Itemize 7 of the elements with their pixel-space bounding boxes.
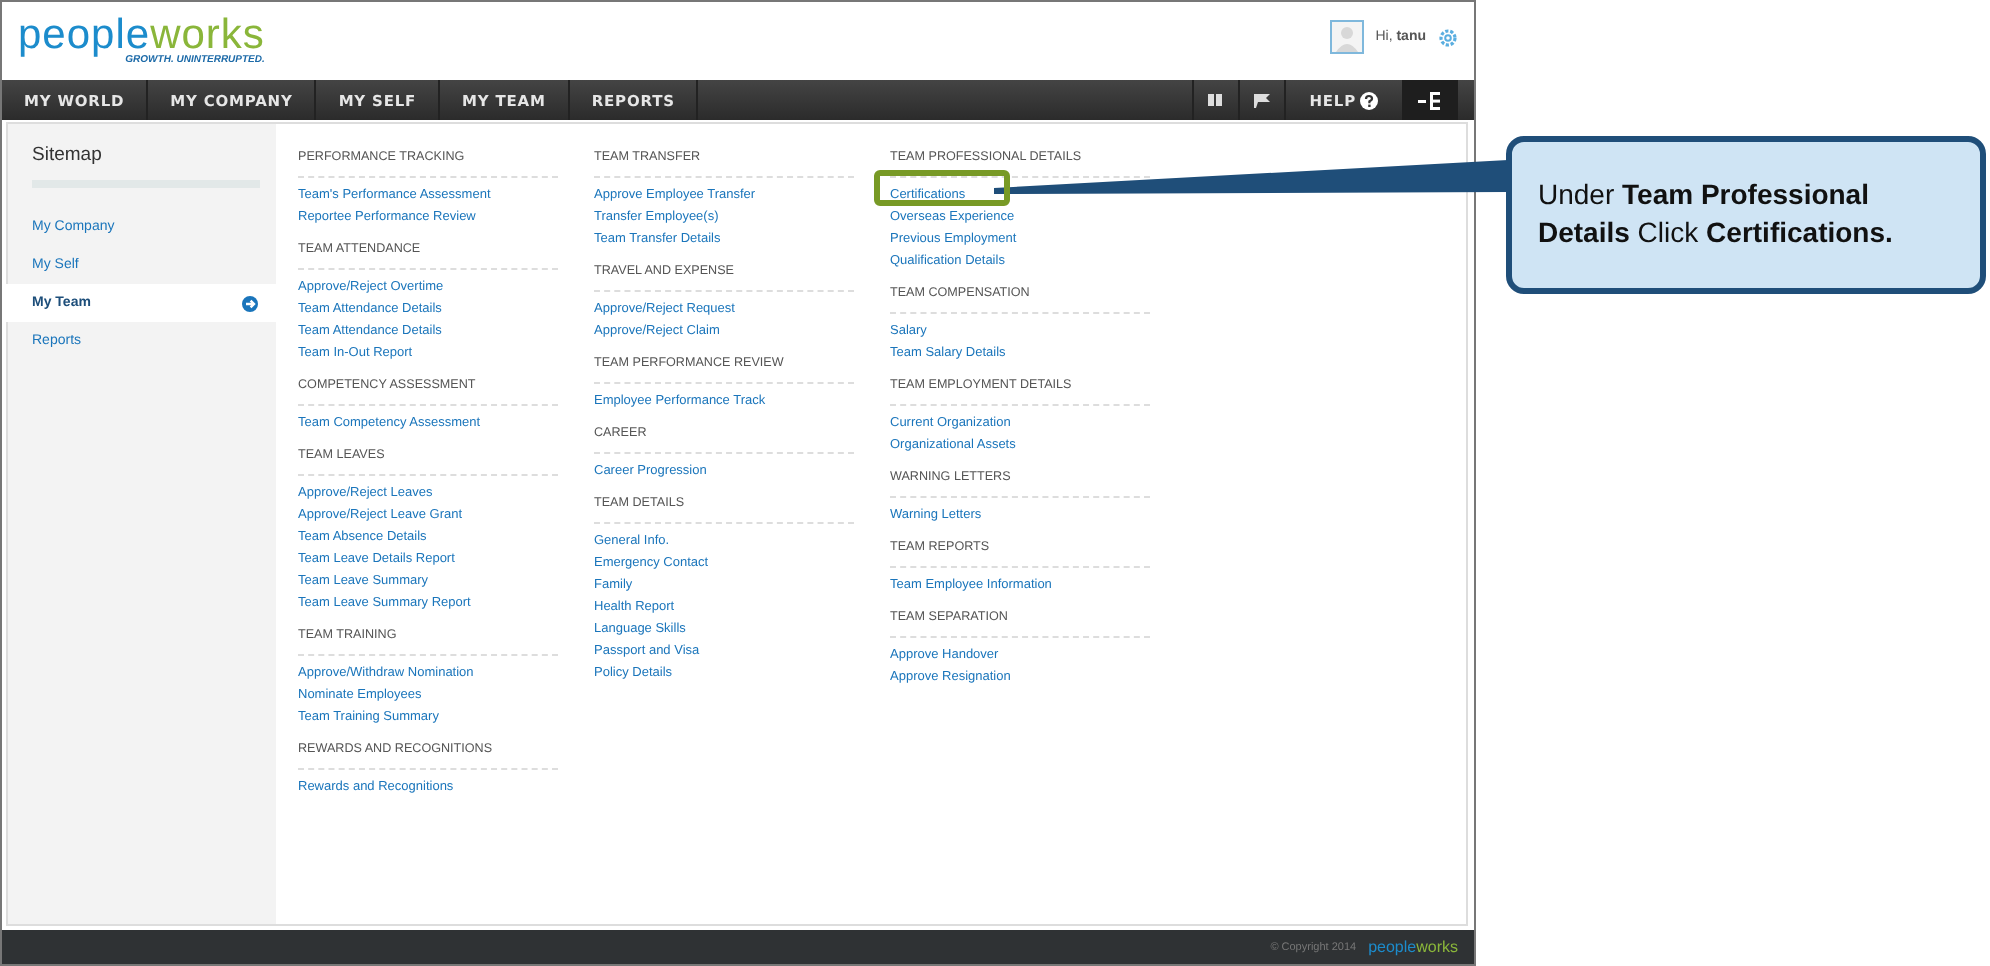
menu-icon[interactable] bbox=[1402, 80, 1458, 120]
highlight-frame bbox=[874, 170, 1010, 206]
arrow-icon bbox=[242, 295, 258, 311]
callout-text: Under Team Professional Details Click Certifications. bbox=[1506, 136, 1986, 294]
help-icon bbox=[1360, 91, 1378, 109]
footer-logo: peopleworks bbox=[1368, 938, 1458, 956]
sidebar-title: Sitemap bbox=[30, 144, 104, 170]
